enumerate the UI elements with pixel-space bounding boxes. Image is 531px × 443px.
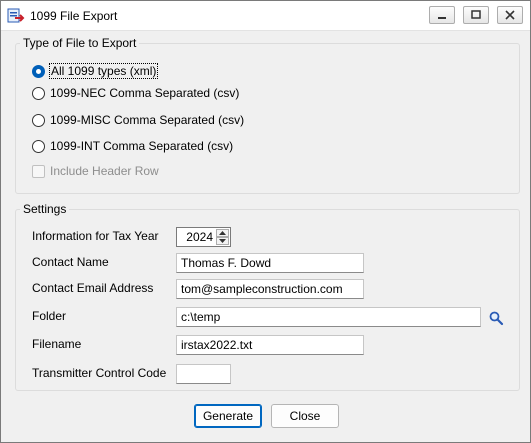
include-header-checkbox-row: Include Header Row bbox=[32, 162, 159, 180]
include-header-label: Include Header Row bbox=[50, 164, 159, 178]
minimize-icon bbox=[438, 17, 446, 19]
window-title: 1099 File Export bbox=[30, 9, 118, 23]
folder-field[interactable]: c:\temp bbox=[176, 307, 481, 327]
close-icon bbox=[505, 10, 515, 20]
filename-label: Filename bbox=[32, 337, 82, 351]
include-header-checkbox bbox=[32, 164, 45, 178]
folder-label: Folder bbox=[32, 309, 67, 323]
settings-group-legend: Settings bbox=[20, 202, 70, 216]
spin-down-button[interactable] bbox=[216, 237, 229, 245]
radio-button[interactable] bbox=[32, 86, 45, 100]
tax-year-value: 2024 bbox=[186, 230, 213, 244]
title-bar[interactable]: 1099 File Export bbox=[1, 1, 530, 31]
maximize-icon bbox=[471, 10, 481, 19]
radio-label-all-types: All 1099 types (xml) bbox=[48, 63, 159, 79]
close-window-button[interactable] bbox=[497, 6, 523, 24]
chevron-down-icon bbox=[219, 239, 226, 243]
contact-name-field[interactable]: Thomas F. Dowd bbox=[176, 253, 364, 273]
radio-label-nec: 1099-NEC Comma Separated (csv) bbox=[50, 86, 240, 100]
filename-field[interactable]: irstax2022.txt bbox=[176, 335, 364, 355]
search-icon[interactable] bbox=[488, 310, 504, 326]
contact-email-field[interactable]: tom@sampleconstruction.com bbox=[176, 279, 364, 299]
contact-email-label: Contact Email Address bbox=[32, 281, 154, 295]
radio-label-misc: 1099-MISC Comma Separated (csv) bbox=[50, 113, 245, 127]
close-button[interactable]: Close bbox=[271, 404, 339, 428]
export-app-icon bbox=[7, 8, 25, 23]
tax-year-spinner[interactable]: 2024 bbox=[176, 227, 231, 247]
chevron-up-icon bbox=[219, 231, 226, 235]
tax-year-label: Information for Tax Year bbox=[32, 229, 159, 243]
radio-all-types[interactable]: All 1099 types (xml) bbox=[32, 62, 159, 80]
radio-int-csv[interactable]: 1099-INT Comma Separated (csv) bbox=[32, 137, 233, 155]
contact-name-label: Contact Name bbox=[32, 255, 109, 269]
transmitter-code-field[interactable] bbox=[176, 364, 231, 384]
tax-year-spin-buttons bbox=[216, 229, 229, 245]
radio-label-int: 1099-INT Comma Separated (csv) bbox=[50, 139, 234, 153]
radio-nec-csv[interactable]: 1099-NEC Comma Separated (csv) bbox=[32, 84, 239, 102]
generate-button[interactable]: Generate bbox=[194, 404, 262, 428]
file-type-group-legend: Type of File to Export bbox=[20, 36, 140, 50]
maximize-button[interactable] bbox=[463, 6, 489, 24]
radio-button[interactable] bbox=[32, 113, 45, 127]
radio-misc-csv[interactable]: 1099-MISC Comma Separated (csv) bbox=[32, 111, 244, 129]
spin-up-button[interactable] bbox=[216, 229, 229, 237]
minimize-button[interactable] bbox=[429, 6, 455, 24]
export-dialog: 1099 File Export Type of File to Export … bbox=[0, 0, 531, 443]
radio-button[interactable] bbox=[32, 139, 45, 153]
transmitter-code-label: Transmitter Control Code bbox=[32, 366, 167, 380]
radio-button-checked[interactable] bbox=[32, 64, 45, 78]
